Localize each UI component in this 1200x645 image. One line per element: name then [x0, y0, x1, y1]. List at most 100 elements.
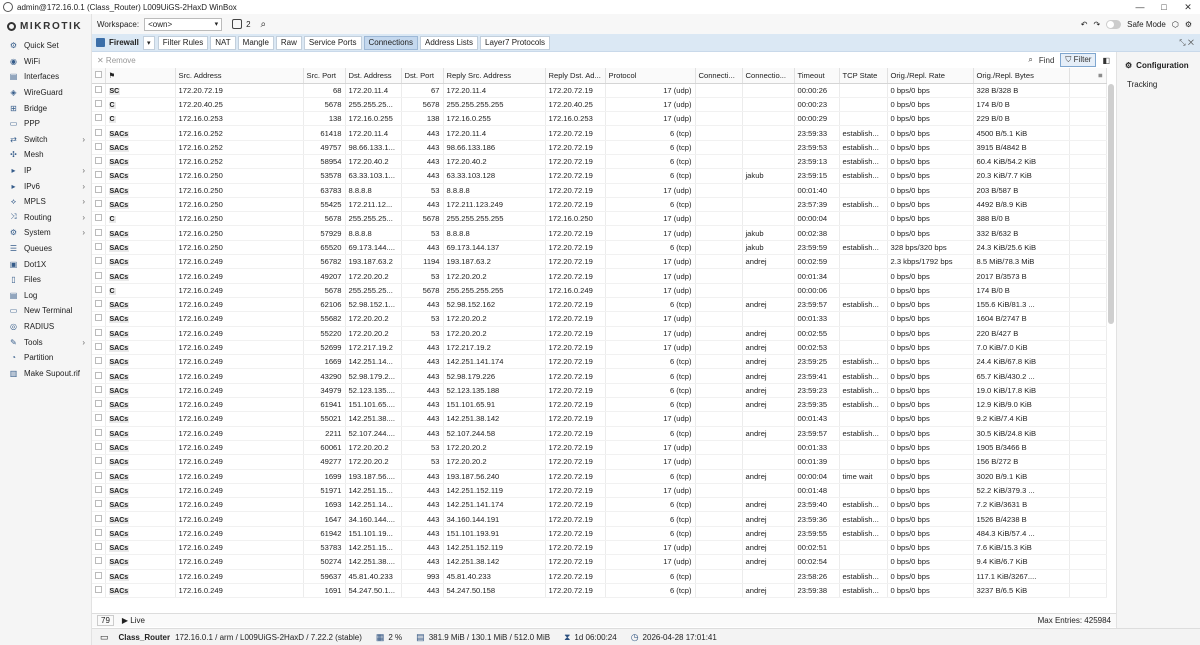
tab-nat[interactable]: NAT: [210, 35, 236, 50]
table-row[interactable]: SACs 172.16.0.252 49757 98.66.133.1... 443 98…: [92, 140, 1107, 155]
sidebar-item-files[interactable]: ▯ Files: [0, 272, 91, 288]
table-row[interactable]: SACs 172.16.0.249 62106 52.98.152.1... 443 52…: [92, 297, 1107, 313]
table-row[interactable]: SACs 172.16.0.249 1669 142.251.14... 443 142.…: [92, 354, 1107, 370]
table-row[interactable]: SACs 172.16.0.249 50274 142.251.38.... 443 14…: [92, 554, 1107, 570]
column-header[interactable]: Reply Dst. Ad...: [545, 68, 606, 84]
column-menu-icon[interactable]: ≡: [1069, 68, 1107, 84]
window-controls-icon[interactable]: ⤡ ✕: [1179, 38, 1200, 48]
column-header[interactable]: Src. Port: [303, 68, 346, 84]
table-row[interactable]: C 172.16.0.253 138 172.16.0.255 138 172.16.0.…: [92, 111, 1107, 127]
windows-icon[interactable]: [232, 19, 243, 29]
sidebar-item-mpls[interactable]: ⟡ MPLS ›: [0, 194, 91, 210]
sidebar-item-dot1x[interactable]: ▣ Dot1X: [0, 256, 91, 272]
sidebar-item-ppp[interactable]: ▭ PPP: [0, 116, 91, 132]
panel-toggle-icon[interactable]: ◧: [1102, 56, 1110, 65]
tab-address-lists[interactable]: Address Lists: [419, 35, 479, 50]
find-button[interactable]: Find: [1039, 56, 1055, 65]
row-checkbox[interactable]: [92, 183, 106, 198]
maximize-button[interactable]: □: [1152, 2, 1176, 13]
row-checkbox[interactable]: [92, 383, 106, 399]
tab-mangle[interactable]: Mangle: [237, 35, 274, 50]
row-checkbox[interactable]: [92, 326, 106, 341]
table-row[interactable]: SACs 172.16.0.250 55425 172.211.12... 443 172…: [92, 197, 1107, 213]
row-checkbox[interactable]: [92, 454, 106, 470]
row-checkbox[interactable]: [92, 97, 106, 113]
row-checkbox[interactable]: [92, 268, 106, 284]
row-checkbox[interactable]: [92, 111, 106, 127]
tab-raw[interactable]: Raw: [275, 35, 302, 50]
row-checkbox[interactable]: [92, 83, 106, 98]
column-header[interactable]: Protocol: [605, 68, 696, 84]
row-checkbox[interactable]: [92, 368, 106, 384]
tab-layer7-protocols[interactable]: Layer7 Protocols: [480, 35, 551, 50]
table-row[interactable]: SACs 172.16.0.249 49207 172.20.20.2 53 172.20…: [92, 268, 1107, 284]
row-checkbox[interactable]: [92, 311, 106, 327]
row-checkbox[interactable]: [92, 411, 106, 427]
table-row[interactable]: SACs 172.16.0.252 58954 172.20.40.2 443 172.2…: [92, 154, 1107, 170]
table-row[interactable]: SACs 172.16.0.250 65520 69.173.144.... 443 69…: [92, 240, 1107, 256]
search-icon[interactable]: ⌕: [261, 19, 267, 30]
column-header[interactable]: Orig./Repl. Rate: [887, 68, 974, 84]
table-row[interactable]: SACs 172.16.0.249 52699 172.217.19.2 443 172.…: [92, 340, 1107, 356]
row-checkbox[interactable]: [92, 297, 106, 313]
vertical-scrollbar[interactable]: [1108, 84, 1114, 324]
sidebar-item-make-supout-rif[interactable]: ▥ Make Supout.rif: [0, 365, 91, 381]
column-header[interactable]: Dst. Address: [345, 68, 402, 84]
sidebar-item-bridge[interactable]: ⊞ Bridge: [0, 100, 91, 116]
tracking-item[interactable]: Tracking: [1127, 80, 1200, 89]
row-checkbox[interactable]: [92, 125, 106, 141]
tab-menu-chevron-icon[interactable]: ▾: [142, 35, 155, 50]
column-header[interactable]: Src. Address: [175, 68, 304, 84]
row-checkbox[interactable]: [92, 483, 106, 499]
table-row[interactable]: SACs 172.16.0.249 53783 142.251.15... 443 142…: [92, 540, 1107, 556]
sidebar-item-queues[interactable]: ☰ Queues: [0, 241, 91, 257]
row-checkbox[interactable]: [92, 154, 106, 170]
find-icon[interactable]: ⌕: [1028, 55, 1032, 65]
row-checkbox[interactable]: [92, 240, 106, 256]
tab-service-ports[interactable]: Service Ports: [303, 35, 362, 50]
sidebar-item-system[interactable]: ⚙ System ›: [0, 225, 91, 241]
row-checkbox[interactable]: [92, 168, 106, 184]
row-checkbox[interactable]: [92, 511, 106, 527]
table-row[interactable]: SACs 172.16.0.249 61941 151.101.65.... 443 15…: [92, 397, 1107, 413]
tab-connections[interactable]: Connections: [363, 35, 418, 50]
table-row[interactable]: SACs 172.16.0.249 2211 52.107.244.... 443 52.…: [92, 426, 1107, 441]
table-row[interactable]: SACs 172.16.0.249 56782 193.187.63.2 1194 193…: [92, 254, 1107, 270]
row-checkbox[interactable]: [92, 225, 106, 241]
sidebar-item-tools[interactable]: ✎ Tools ›: [0, 334, 91, 350]
table-row[interactable]: SACs 172.16.0.249 1693 142.251.14... 443 142.…: [92, 497, 1107, 513]
table-row[interactable]: SACs 172.16.0.249 60061 172.20.20.2 53 172.20…: [92, 440, 1107, 456]
remove-button[interactable]: ✕ Remove: [97, 56, 136, 65]
undo-icon[interactable]: ↶: [1081, 20, 1088, 29]
table-row[interactable]: C 172.16.0.249 5678 255.255.25... 5678 255.25…: [92, 283, 1107, 298]
table-row[interactable]: C 172.20.40.25 5678 255.255.25... 5678 255.25…: [92, 97, 1107, 113]
configuration-header[interactable]: ⚙ Configuration: [1125, 61, 1200, 70]
column-header[interactable]: TCP State: [839, 68, 888, 84]
table-row[interactable]: SACs 172.16.0.249 1691 54.247.50.1... 443 54.…: [92, 583, 1107, 599]
row-checkbox[interactable]: [92, 211, 106, 227]
table-row[interactable]: SACs 172.16.0.252 61418 172.20.11.4 443 172.2…: [92, 125, 1107, 141]
table-row[interactable]: SACs 172.16.0.249 55682 172.20.20.2 53 172.20…: [92, 311, 1107, 327]
row-checkbox[interactable]: [92, 197, 106, 213]
sidebar-item-routing[interactable]: ⤨ Routing ›: [0, 210, 91, 226]
table-row[interactable]: SACs 172.16.0.249 59637 45.81.40.233 993 45.8…: [92, 569, 1107, 584]
row-checkbox[interactable]: [92, 497, 106, 513]
sidebar-item-log[interactable]: ▤ Log: [0, 288, 91, 304]
table-row[interactable]: SACs 172.16.0.249 51971 142.251.15... 443 142…: [92, 483, 1107, 499]
sidebar-item-ipv6[interactable]: ▸ IPv6 ›: [0, 178, 91, 194]
table-row[interactable]: SACs 172.16.0.249 49277 172.20.20.2 53 172.20…: [92, 454, 1107, 470]
column-header[interactable]: Reply Src. Address: [443, 68, 546, 84]
column-header[interactable]: Timeout: [794, 68, 840, 84]
workspace-select[interactable]: <own> ▾: [144, 17, 223, 31]
row-checkbox[interactable]: [92, 283, 106, 298]
table-row[interactable]: C 172.16.0.250 5678 255.255.25... 5678 255.25…: [92, 211, 1107, 227]
column-header[interactable]: Orig./Repl. Bytes: [973, 68, 1070, 84]
row-checkbox[interactable]: [92, 340, 106, 356]
table-row[interactable]: SACs 172.16.0.249 1647 34.160.144.... 443 34.…: [92, 511, 1107, 527]
package-icon[interactable]: ⬡: [1172, 20, 1179, 29]
row-checkbox[interactable]: [92, 440, 106, 456]
sidebar-item-interfaces[interactable]: ▤ Interfaces: [0, 69, 91, 85]
table-row[interactable]: SACs 172.16.0.250 63783 8.8.8.8 53 8.8.8.8 172…: [92, 183, 1107, 198]
sidebar-item-mesh[interactable]: ✣ Mesh: [0, 147, 91, 163]
row-checkbox[interactable]: [92, 540, 106, 556]
